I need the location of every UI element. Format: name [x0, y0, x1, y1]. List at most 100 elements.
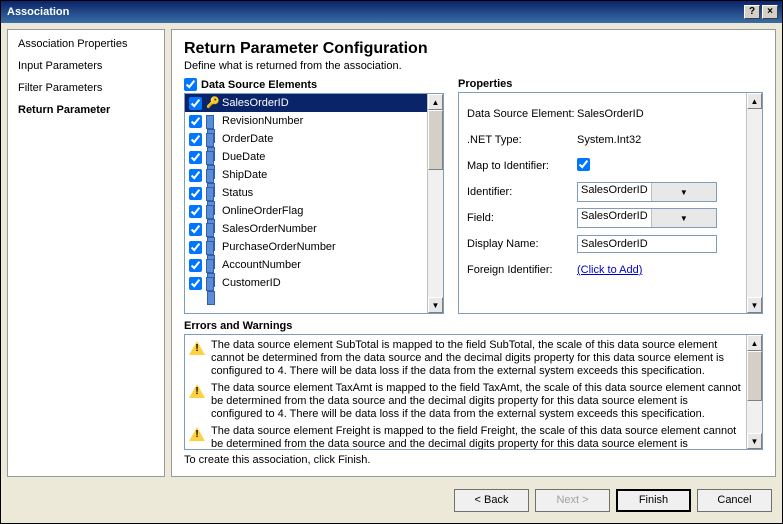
- dse-item[interactable]: RevisionNumber: [185, 112, 427, 130]
- dse-item-label: RevisionNumber: [222, 115, 303, 127]
- dse-item-checkbox[interactable]: [189, 97, 202, 110]
- dse-item-checkbox[interactable]: [189, 115, 202, 128]
- nav-item-return-parameter[interactable]: Return Parameter: [18, 104, 154, 116]
- error-text: The data source element Freight is mappe…: [211, 425, 742, 449]
- column-icon: [206, 223, 220, 235]
- dse-item-label: SalesOrderNumber: [222, 223, 317, 235]
- dse-item-checkbox[interactable]: [189, 277, 202, 290]
- footer-hint: To create this association, click Finish…: [184, 454, 763, 466]
- prop-net-label: .NET Type:: [467, 134, 577, 146]
- dse-item[interactable]: PurchaseOrderNumber: [185, 238, 427, 256]
- error-row: The data source element TaxAmt is mapped…: [189, 382, 742, 421]
- dse-item-checkbox[interactable]: [189, 223, 202, 236]
- properties-panel: Data Source Element:SalesOrderID .NET Ty…: [458, 92, 763, 314]
- errors-header: Errors and Warnings: [184, 320, 763, 332]
- dse-item-label: DueDate: [222, 151, 265, 163]
- dse-item-label: Status: [222, 187, 253, 199]
- dse-scrollbar[interactable]: ▲ ▼: [427, 94, 443, 313]
- column-icon: [206, 187, 220, 199]
- dse-item-checkbox[interactable]: [189, 151, 202, 164]
- scroll-thumb[interactable]: [747, 351, 762, 401]
- dse-item[interactable]: CustomerID: [185, 274, 427, 292]
- err-scrollbar[interactable]: ▲ ▼: [746, 335, 762, 449]
- column-icon: [206, 151, 220, 163]
- dse-item[interactable]: SalesOrderNumber: [185, 220, 427, 238]
- nav-item-filter-parameters[interactable]: Filter Parameters: [18, 82, 154, 94]
- errors-box: The data source element SubTotal is mapp…: [184, 334, 763, 450]
- dse-item-checkbox[interactable]: [189, 133, 202, 146]
- prop-dn-input[interactable]: [577, 235, 717, 253]
- prop-field-label: Field:: [467, 212, 577, 224]
- error-row: The data source element SubTotal is mapp…: [189, 339, 742, 378]
- dse-item-label: AccountNumber: [222, 259, 301, 271]
- prop-id-select[interactable]: SalesOrderID▼: [577, 182, 717, 202]
- error-text: The data source element SubTotal is mapp…: [211, 339, 742, 378]
- dse-item-checkbox[interactable]: [189, 205, 202, 218]
- prop-dse-value: SalesOrderID: [577, 108, 740, 120]
- next-button[interactable]: Next >: [535, 489, 610, 512]
- dse-item[interactable]: AccountNumber: [185, 256, 427, 274]
- column-icon: [206, 169, 220, 181]
- scroll-down-icon[interactable]: ▼: [747, 433, 762, 449]
- prop-field-select[interactable]: SalesOrderID▼: [577, 208, 717, 228]
- warning-icon: [189, 384, 205, 398]
- dse-select-all-checkbox[interactable]: [184, 78, 197, 91]
- finish-button[interactable]: Finish: [616, 489, 691, 512]
- scroll-down-icon[interactable]: ▼: [428, 297, 443, 313]
- prop-dn-label: Display Name:: [467, 238, 577, 250]
- scroll-thumb[interactable]: [428, 110, 443, 170]
- main-panel: Return Parameter Configuration Define wh…: [171, 29, 776, 477]
- dse-item-label: OnlineOrderFlag: [222, 205, 303, 217]
- window-title: Association: [7, 6, 69, 18]
- dse-item-checkbox[interactable]: [189, 241, 202, 254]
- nav-item-association-properties[interactable]: Association Properties: [18, 38, 154, 50]
- scroll-down-icon[interactable]: ▼: [747, 297, 762, 313]
- warning-icon: [189, 427, 205, 441]
- dse-item[interactable]: ShipDate: [185, 166, 427, 184]
- scroll-up-icon[interactable]: ▲: [428, 94, 443, 110]
- column-icon: [206, 115, 220, 127]
- dse-item-label: PurchaseOrderNumber: [222, 241, 336, 253]
- prop-net-value: System.Int32: [577, 134, 740, 146]
- scroll-up-icon[interactable]: ▲: [747, 93, 762, 109]
- dse-item[interactable]: Status: [185, 184, 427, 202]
- back-button[interactable]: < Back: [454, 489, 529, 512]
- page-title: Return Parameter Configuration: [184, 40, 763, 58]
- prop-map-checkbox[interactable]: [577, 158, 590, 171]
- dse-item-label: CustomerID: [222, 277, 281, 289]
- dse-listbox: 🔑SalesOrderID RevisionNumber OrderDate DueD…: [184, 93, 444, 314]
- title-bar: Association ? ×: [1, 1, 782, 23]
- prop-dse-label: Data Source Element:: [467, 108, 577, 120]
- warning-icon: [189, 341, 205, 355]
- dse-item-label: ShipDate: [222, 169, 267, 181]
- properties-header: Properties: [458, 78, 512, 90]
- column-icon: [206, 259, 220, 271]
- dse-item[interactable]: 🔑SalesOrderID: [185, 94, 427, 112]
- page-subtitle: Define what is returned from the associa…: [184, 60, 763, 72]
- dse-item-checkbox[interactable]: [189, 187, 202, 200]
- prop-fi-label: Foreign Identifier:: [467, 264, 577, 276]
- chevron-down-icon[interactable]: ▼: [651, 209, 716, 227]
- dse-item-checkbox[interactable]: [189, 259, 202, 272]
- error-row: The data source element Freight is mappe…: [189, 425, 742, 449]
- chevron-down-icon[interactable]: ▼: [651, 183, 716, 201]
- key-icon: 🔑: [206, 97, 220, 109]
- prop-id-value: SalesOrderID: [578, 183, 651, 201]
- column-icon: [206, 277, 220, 289]
- scroll-up-icon[interactable]: ▲: [747, 335, 762, 351]
- dse-item[interactable]: OrderDate: [185, 130, 427, 148]
- column-icon: [206, 241, 220, 253]
- help-button[interactable]: ?: [744, 5, 760, 19]
- close-button[interactable]: ×: [762, 5, 778, 19]
- prop-id-label: Identifier:: [467, 186, 577, 198]
- props-scrollbar[interactable]: ▲ ▼: [746, 93, 762, 313]
- nav-panel: Association Properties Input Parameters Fi…: [7, 29, 165, 477]
- dse-item[interactable]: OnlineOrderFlag: [185, 202, 427, 220]
- dse-item[interactable]: DueDate: [185, 148, 427, 166]
- prop-map-label: Map to Identifier:: [467, 160, 577, 172]
- prop-fi-link[interactable]: (Click to Add): [577, 264, 642, 276]
- cancel-button[interactable]: Cancel: [697, 489, 772, 512]
- dse-item-checkbox[interactable]: [189, 169, 202, 182]
- nav-item-input-parameters[interactable]: Input Parameters: [18, 60, 154, 72]
- button-bar: < Back Next > Finish Cancel: [1, 483, 782, 517]
